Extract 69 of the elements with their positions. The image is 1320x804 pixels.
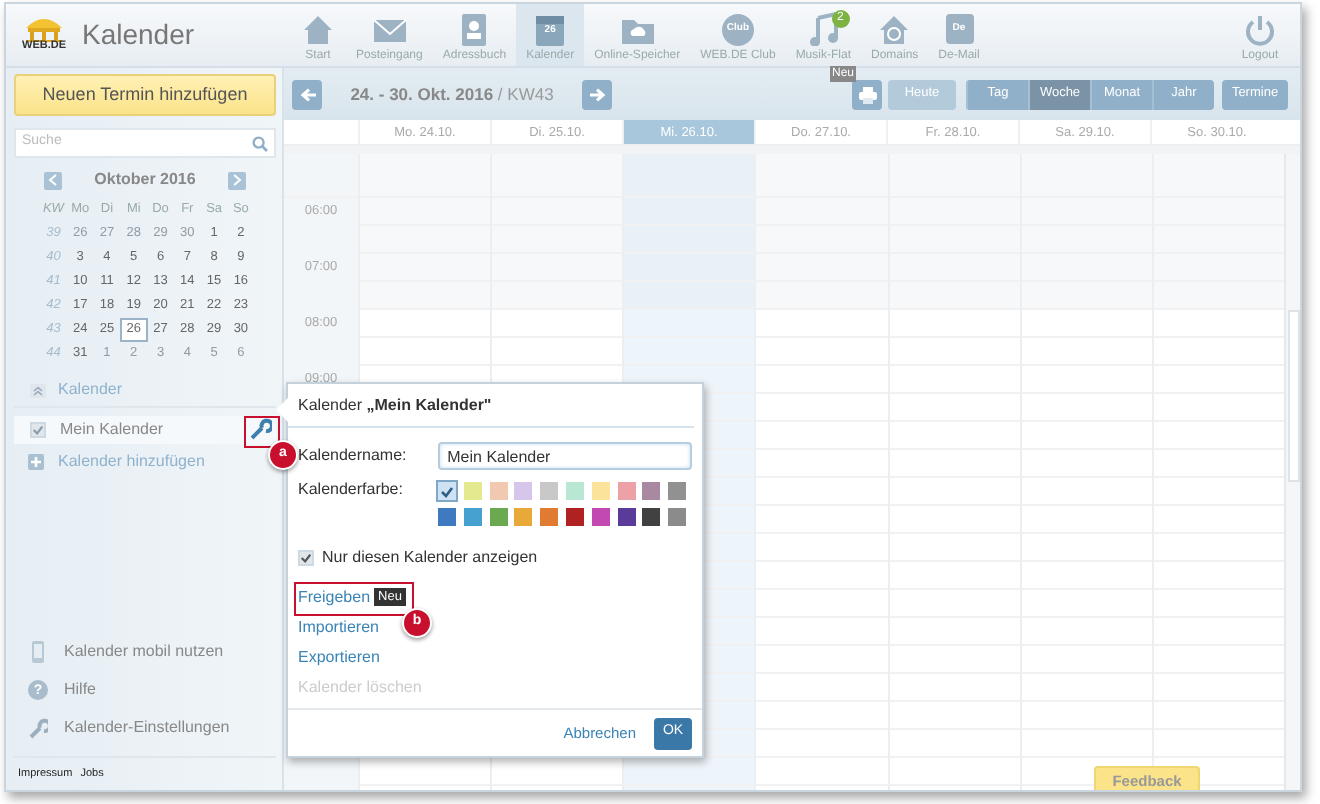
wrench-icon <box>28 716 48 741</box>
check-icon <box>300 552 312 564</box>
color-swatch[interactable] <box>668 482 687 500</box>
color-swatch[interactable] <box>668 508 687 526</box>
calendar-name-field[interactable]: Mein Kalender <box>437 442 692 470</box>
color-swatch[interactable] <box>489 508 508 526</box>
section-title: Kalender <box>58 378 123 402</box>
color-swatch[interactable] <box>617 482 636 500</box>
circle-icon <box>719 12 756 46</box>
plus-icon <box>28 454 44 470</box>
print-button[interactable] <box>852 79 882 109</box>
music-note-icon <box>805 12 842 46</box>
printer-icon <box>857 85 877 103</box>
color-swatch[interactable] <box>514 482 533 500</box>
wrench-icon <box>248 418 272 442</box>
color-swatch[interactable] <box>438 482 456 500</box>
color-swatch[interactable] <box>463 508 482 526</box>
color-swatch[interactable] <box>642 508 661 526</box>
previous-month-button[interactable] <box>44 171 62 189</box>
color-swatch[interactable] <box>565 482 584 500</box>
popup-title: Kalender „Mein Kalender" <box>288 384 694 428</box>
phone-icon <box>28 640 48 665</box>
color-swatch[interactable] <box>565 508 584 526</box>
date-range: 24. - 30. Okt. 2016 / KW43 <box>348 81 556 107</box>
arrow-left-icon <box>299 87 315 101</box>
color-swatch[interactable] <box>591 482 610 500</box>
app-title: Kalender <box>82 16 197 54</box>
check-icon <box>32 424 44 436</box>
color-swatch[interactable] <box>540 508 559 526</box>
help-icon <box>28 678 48 703</box>
field-label: Kalendername: <box>298 444 409 468</box>
wrench-button[interactable] <box>248 418 272 442</box>
color-swatch[interactable] <box>514 508 533 526</box>
checkbox[interactable] <box>298 550 314 566</box>
color-swatch[interactable] <box>540 482 559 500</box>
chevron-left-icon <box>48 174 58 186</box>
color-swatch[interactable] <box>617 508 636 526</box>
house-icon <box>300 12 336 46</box>
action-link[interactable]: Exportieren <box>298 644 380 670</box>
power-icon <box>1242 12 1278 46</box>
color-swatch[interactable] <box>438 508 456 526</box>
highlight-frame <box>294 582 414 616</box>
action-link[interactable]: Freigeben <box>298 584 371 610</box>
search-icon <box>252 136 268 152</box>
house-globe-icon <box>876 12 913 46</box>
check-icon <box>440 485 454 497</box>
next-week-button[interactable] <box>582 79 612 109</box>
calendar-name: Mein Kalender <box>60 418 164 442</box>
arrow-right-icon <box>589 87 605 101</box>
sidebar-link[interactable]: Kalender mobil nutzen <box>14 633 276 672</box>
scrollbar-thumb[interactable] <box>1287 310 1300 482</box>
calendar-icon <box>532 12 569 46</box>
new-appointment-button[interactable]: Neuen Termin hinzufügen <box>14 74 276 116</box>
previous-week-button[interactable] <box>292 79 322 109</box>
chevron-right-icon <box>231 174 242 186</box>
color-swatch[interactable] <box>463 482 482 500</box>
logo-icon <box>22 16 66 43</box>
action-link[interactable]: Importieren <box>298 614 379 640</box>
collapse-icon[interactable] <box>30 383 46 397</box>
checkbox-label: Nur diesen Kalender anzeigen <box>322 546 538 570</box>
next-month-button[interactable] <box>227 171 246 189</box>
color-swatch[interactable] <box>642 482 661 500</box>
sidebar-link[interactable]: Kalender-Einstellungen <box>14 709 276 748</box>
tile-icon <box>941 12 977 46</box>
color-swatch[interactable] <box>489 482 508 500</box>
month-title: Oktober 2016 <box>94 168 196 192</box>
color-swatch[interactable] <box>591 508 610 526</box>
field-label: Kalenderfarbe: <box>298 478 405 502</box>
checkbox[interactable] <box>30 422 46 438</box>
